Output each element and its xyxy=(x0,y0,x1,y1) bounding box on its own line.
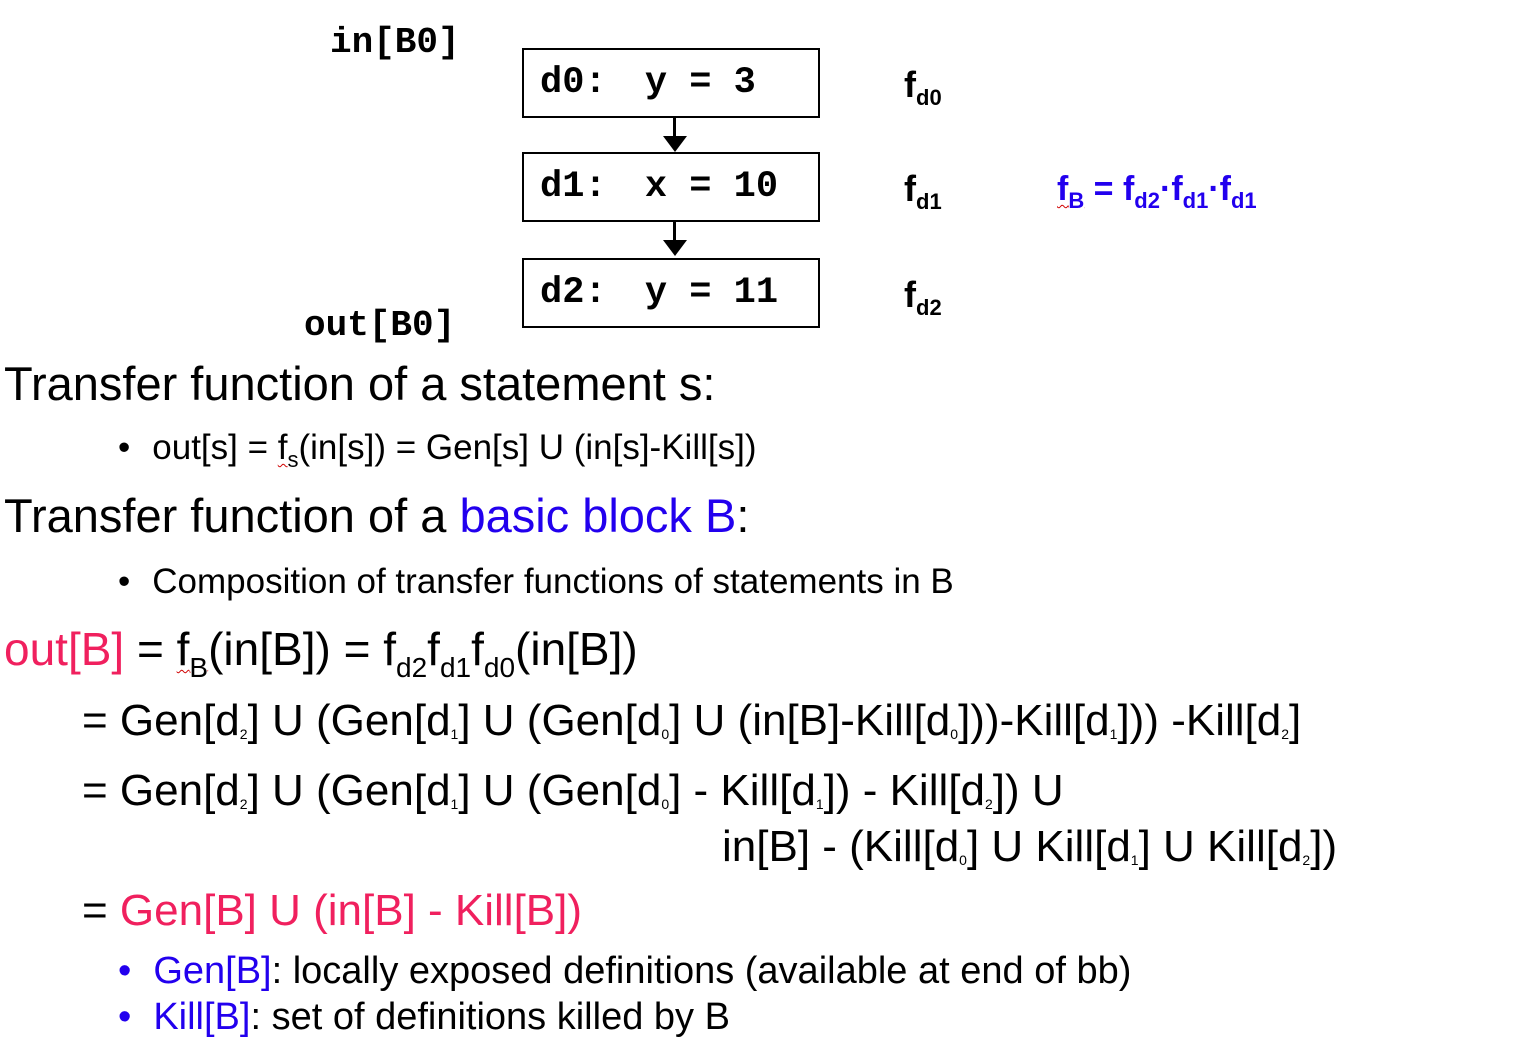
block-d0-code: y = 3 xyxy=(644,62,756,104)
block-d2-code: y = 11 xyxy=(644,272,779,314)
definition-kill: • Kill[B]: set of definitions killed by B xyxy=(118,996,730,1038)
fn-d2: fd2 xyxy=(904,274,942,320)
block-bullet: • Composition of transfer functions of st… xyxy=(118,562,954,601)
fn-d0: fd0 xyxy=(904,64,942,110)
statement-heading: Transfer function of a statement s: xyxy=(4,357,716,410)
block-d1-label: d1: xyxy=(540,166,607,208)
arrow-d0-d1-line xyxy=(673,118,676,138)
equation-line-5: = Gen[B] U (in[B] - Kill[B]) xyxy=(82,886,583,935)
statement-block-d2: d2: y = 11 xyxy=(522,258,820,328)
in-b0-label: in[B0] xyxy=(330,22,460,63)
block-heading: Transfer function of a basic block B: xyxy=(4,489,750,542)
block-d1-code: x = 10 xyxy=(644,166,779,208)
equation-line-3: = Gen[d2] U (Gen[d1] U (Gen[d0] - Kill[d… xyxy=(82,766,1064,815)
fb-composition-formula: fB = fd2·fd1·fd1 xyxy=(1057,170,1257,213)
statement-block-d1: d1: x = 10 xyxy=(522,152,820,222)
fn-d1: fd1 xyxy=(904,168,942,214)
block-d0-label: d0: xyxy=(540,62,607,104)
block-d2-label: d2: xyxy=(540,272,607,314)
arrow-d1-d2-line xyxy=(673,222,676,242)
statement-block-d0: d0: y = 3 xyxy=(522,48,820,118)
arrow-d1-d2-head xyxy=(663,240,687,256)
definition-gen: • Gen[B]: locally exposed definitions (av… xyxy=(118,950,1132,992)
equation-line-4: in[B] - (Kill[d0] U Kill[d1] U Kill[d2]) xyxy=(722,822,1338,871)
statement-bullet: • out[s] = fs(in[s]) = Gen[s] U (in[s]-Ki… xyxy=(118,428,757,472)
equation-line-2: = Gen[d2] U (Gen[d1] U (Gen[d0] U (in[B]… xyxy=(82,696,1302,745)
out-b0-label: out[B0] xyxy=(304,305,456,346)
equation-main: out[B] = fB(in[B]) = fd2fd1fd0(in[B]) xyxy=(4,623,638,683)
arrow-d0-d1-head xyxy=(663,136,687,152)
